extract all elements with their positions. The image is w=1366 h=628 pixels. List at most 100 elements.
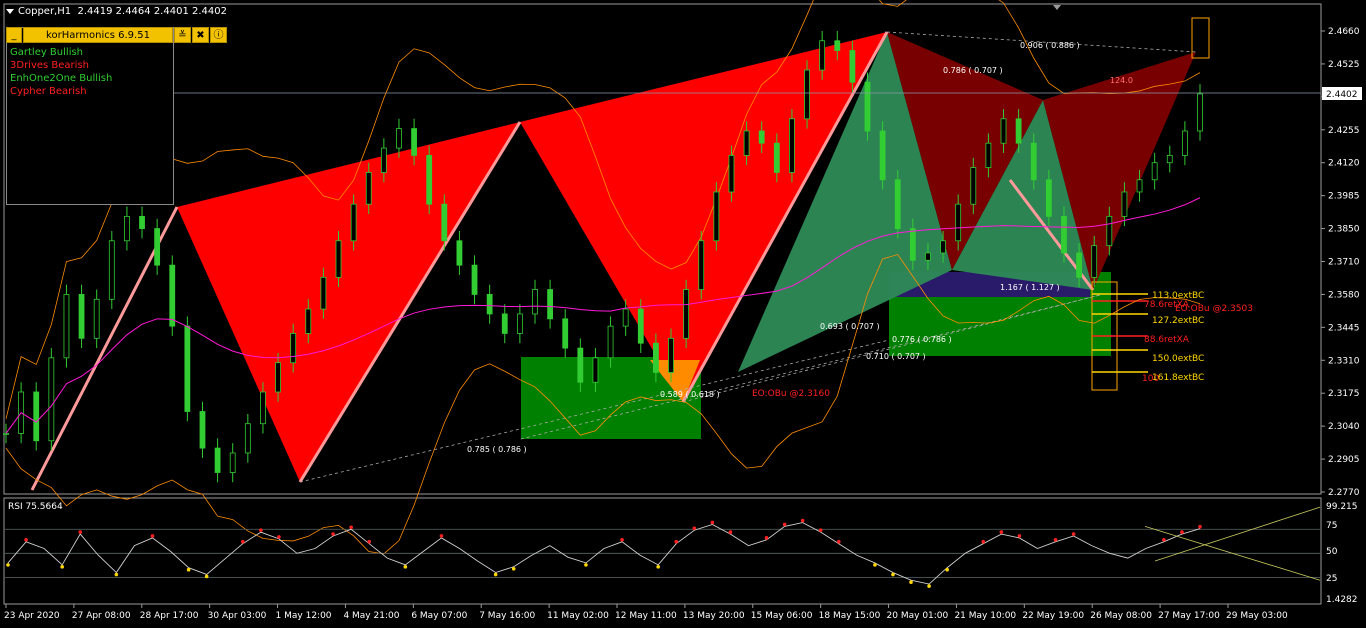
time-tick-label: 13 May 20:00 bbox=[683, 611, 745, 621]
time-tick-label: 29 May 03:00 bbox=[1226, 611, 1288, 621]
info-icon[interactable]: ⓘ bbox=[210, 27, 227, 43]
rsi-peak-dot bbox=[692, 526, 697, 531]
candle-body bbox=[229, 452, 236, 473]
rsi-trough-dot bbox=[114, 572, 119, 577]
candle-body bbox=[48, 357, 55, 442]
candle-body bbox=[396, 128, 402, 149]
time-tick-label: 27 Apr 08:00 bbox=[72, 611, 131, 621]
rsi-trough-dot bbox=[511, 566, 516, 571]
price-tick-label: 2.3040 bbox=[1328, 422, 1360, 432]
candle-body bbox=[970, 167, 977, 205]
rsi-trough-dot bbox=[909, 580, 913, 585]
candle-body bbox=[184, 325, 191, 412]
candle-body bbox=[33, 391, 40, 442]
candle-body bbox=[1151, 162, 1158, 181]
candle-body bbox=[275, 362, 281, 393]
candle-body bbox=[1181, 130, 1188, 156]
rsi-trough-dot bbox=[656, 565, 660, 569]
candle-body bbox=[758, 130, 765, 144]
candle-body bbox=[1061, 215, 1067, 254]
candle-body bbox=[532, 289, 538, 315]
rsi-peak-dot bbox=[331, 532, 335, 536]
rsi-tick-label: 99.215 bbox=[1326, 502, 1358, 512]
rsi-tick-label: 50 bbox=[1326, 547, 1338, 557]
price-tick-label: 2.4255 bbox=[1328, 126, 1360, 136]
time-tick-label: 22 May 19:00 bbox=[1022, 611, 1084, 621]
time-tick-label: 28 Apr 17:00 bbox=[140, 611, 199, 621]
price-tick-label: 2.4120 bbox=[1328, 159, 1360, 169]
candle-body bbox=[350, 203, 357, 242]
candle-body bbox=[1166, 154, 1173, 164]
minimize-button[interactable]: _ bbox=[6, 27, 22, 43]
candle-body bbox=[925, 252, 931, 261]
ratio-0693: 0.693 ( 0.707 ) bbox=[820, 322, 880, 331]
ret-886-label: 88.6retXA bbox=[1144, 335, 1190, 345]
candle-body bbox=[305, 308, 312, 334]
price-tick-label: 2.3175 bbox=[1328, 389, 1360, 399]
price-tick-label: 2.3850 bbox=[1328, 225, 1360, 235]
current-price-label: 2.4402 bbox=[1326, 90, 1358, 100]
time-tick-label: 27 May 17:00 bbox=[1158, 611, 1220, 621]
candle-body bbox=[955, 203, 962, 242]
candle-body bbox=[199, 411, 206, 449]
candle-body bbox=[864, 81, 871, 132]
time-tick-label: 4 May 21:00 bbox=[343, 611, 399, 621]
candle-body bbox=[335, 240, 342, 278]
rsi-peak-dot bbox=[836, 539, 841, 544]
candle-body bbox=[456, 240, 463, 266]
rsi-peak-dot bbox=[728, 530, 733, 534]
rsi-peak-dot bbox=[1071, 532, 1076, 536]
rsi-peak-dot bbox=[349, 525, 353, 530]
price-tick-label: 2.3445 bbox=[1328, 323, 1360, 333]
candle-body bbox=[320, 276, 327, 310]
tools-icon[interactable]: ✖ bbox=[192, 27, 209, 43]
candle-body bbox=[683, 289, 690, 339]
time-tick-label: 18 May 15:00 bbox=[819, 611, 881, 621]
sliders-icon[interactable]: ≚ bbox=[174, 27, 191, 43]
chart-canvas: 2.46602.45252.43952.42552.41202.39852.38… bbox=[3, 0, 1362, 621]
korharmonics-toolbar: _ korHarmonics 6.9.51 ≚ ✖ ⓘ bbox=[6, 27, 227, 43]
price-tick-label: 2.4660 bbox=[1328, 27, 1360, 37]
rsi-peak-dot bbox=[240, 539, 245, 544]
candle-body bbox=[471, 264, 478, 295]
rsi-peak-dot bbox=[620, 537, 624, 542]
candle-body bbox=[879, 130, 886, 181]
candle-body bbox=[849, 50, 856, 83]
eo-label-2: EO:OBu @2.3503 bbox=[1175, 304, 1253, 314]
ratio-cypher: 0.786 ( 0.707 ) bbox=[943, 66, 1003, 75]
price-tick-label: 2.2905 bbox=[1328, 455, 1360, 465]
dropdown-icon[interactable] bbox=[6, 8, 14, 14]
symbol-timeframe: Copper,H1 bbox=[18, 6, 72, 17]
symbol-title: Copper,H1 2.4419 2.4464 2.4401 2.4402 bbox=[6, 6, 227, 17]
rsi-trough-dot bbox=[403, 565, 408, 569]
rsi-trough-dot bbox=[927, 584, 931, 588]
rsi-trough-dot bbox=[60, 565, 64, 569]
candle-body bbox=[3, 433, 9, 435]
time-tick-label: 20 May 01:00 bbox=[887, 611, 949, 621]
candle-body bbox=[607, 325, 614, 359]
candle-body bbox=[1015, 118, 1022, 144]
candle-body bbox=[789, 118, 795, 173]
time-axis: 23 Apr 2020 27 Apr 08:00 28 Apr 17:00 30 Ap… bbox=[4, 604, 1288, 621]
rsi-peak-dot bbox=[1180, 530, 1184, 534]
candle-body bbox=[1030, 142, 1037, 181]
legend-item-cypher[interactable]: Cypher Bearish bbox=[10, 85, 112, 98]
legend-item-3drives[interactable]: 3Drives Bearish bbox=[10, 59, 112, 72]
time-tick-label: 21 May 10:00 bbox=[954, 611, 1016, 621]
rsi-trough-dot bbox=[873, 563, 877, 567]
candle-body bbox=[411, 128, 417, 156]
candle-body bbox=[637, 308, 644, 344]
legend-item-gartley[interactable]: Gartley Bullish bbox=[10, 46, 112, 59]
rsi-trough-dot bbox=[945, 567, 949, 572]
rsi-peak-dot bbox=[78, 530, 83, 534]
indicator-name-button[interactable]: korHarmonics 6.9.51 bbox=[23, 27, 173, 43]
rsi-title: RSI 75.5664 bbox=[8, 502, 63, 512]
candle-body bbox=[154, 228, 161, 266]
price-tick-label: 2.3710 bbox=[1328, 258, 1360, 268]
time-tick-label: 12 May 11:00 bbox=[615, 611, 677, 621]
rsi-peak-dot bbox=[710, 520, 715, 525]
ratio-top: 0.906 ( 0.886 ) bbox=[1020, 41, 1080, 50]
legend-item-enhone2one[interactable]: EnhOne2One Bullish bbox=[10, 72, 112, 85]
candle-body bbox=[63, 294, 70, 359]
candle-body bbox=[93, 298, 100, 339]
